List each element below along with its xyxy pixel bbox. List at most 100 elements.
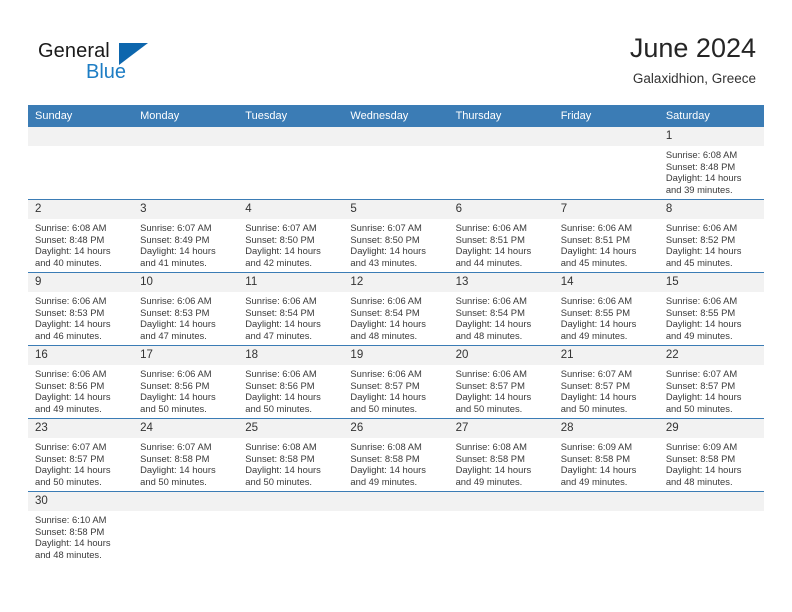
day-cell-content: 30 Sunrise: 6:10 AM Sunset: 8:58 PM Dayligh… [28,492,134,564]
calendar-day-cell[interactable]: 21 Sunrise: 6:07 AM Sunset: 8:57 PM Dayligh… [553,345,659,419]
day-number: 15 [658,273,764,292]
day-number: 13 [448,273,554,292]
calendar-day-cell[interactable] [553,491,659,564]
calendar-day-cell[interactable]: 3 Sunrise: 6:07 AM Sunset: 8:49 PM Daylight… [133,199,239,273]
page-subtitle: Galaxidhion, Greece [632,71,756,86]
sunset-text: Sunset: 8:54 PM [455,306,525,318]
calendar-day-cell[interactable]: 14 Sunrise: 6:06 AM Sunset: 8:55 PM Dayligh… [553,272,659,346]
calendar-day-cell[interactable] [658,491,764,564]
calendar-day-cell[interactable]: 11 Sunrise: 6:06 AM Sunset: 8:54 PM Dayligh… [238,272,344,346]
calendar-day-cell[interactable]: 25 Sunrise: 6:08 AM Sunset: 8:58 PM Dayligh… [238,418,344,492]
calendar-day-cell[interactable]: 5 Sunrise: 6:07 AM Sunset: 8:50 PM Daylight… [343,199,449,273]
daylight-text-line1: Daylight: 14 hours [350,245,426,257]
calendar-day-cell[interactable] [343,491,449,564]
day-number: 27 [448,419,554,438]
day-details: Sunrise: 6:06 AM Sunset: 8:54 PM Daylight:… [449,292,554,341]
daylight-text-line2: and 48 minutes. [350,329,418,341]
sunset-text: Sunset: 8:58 PM [245,452,315,464]
day-number [343,127,449,146]
calendar-week-row: 1 Sunrise: 6:08 AM Sunset: 8:48 PM Daylight… [28,127,764,200]
sunrise-text: Sunrise: 6:06 AM [455,295,527,306]
weekday-header-monday: Monday [133,105,239,127]
calendar-day-cell[interactable] [343,127,449,200]
sunset-text: Sunset: 8:56 PM [140,379,210,391]
day-cell-content: 2 Sunrise: 6:08 AM Sunset: 8:48 PM Daylight… [28,200,134,272]
calendar-day-cell[interactable] [448,127,554,200]
calendar-day-cell[interactable]: 30 Sunrise: 6:10 AM Sunset: 8:58 PM Dayligh… [28,491,134,564]
daylight-text-line1: Daylight: 14 hours [140,464,216,476]
daylight-text-line2: and 50 minutes. [140,402,207,414]
day-number [553,492,659,511]
day-cell-content [658,492,764,564]
daylight-text-line2: and 49 minutes. [560,329,628,341]
day-number [238,492,344,511]
daylight-text-line2: and 45 minutes. [665,256,733,268]
calendar-day-cell[interactable]: 4 Sunrise: 6:07 AM Sunset: 8:50 PM Daylight… [238,199,344,273]
day-cell-content [553,492,659,564]
calendar-day-cell[interactable]: 2 Sunrise: 6:08 AM Sunset: 8:48 PM Daylight… [28,199,134,273]
sunrise-text: Sunrise: 6:07 AM [350,222,422,233]
daylight-text-line2: and 49 minutes. [560,475,628,487]
day-number: 2 [28,200,134,219]
day-cell-content: 29 Sunrise: 6:09 AM Sunset: 8:58 PM Dayligh… [658,419,764,491]
sunrise-text: Sunrise: 6:07 AM [140,441,212,452]
day-number [553,127,659,146]
sunset-text: Sunset: 8:57 PM [455,379,525,391]
day-cell-content [28,127,134,199]
calendar-day-cell[interactable]: 29 Sunrise: 6:09 AM Sunset: 8:58 PM Dayligh… [658,418,764,492]
general-blue-logo[interactable]: General Blue [38,40,148,90]
day-cell-content: 28 Sunrise: 6:09 AM Sunset: 8:58 PM Dayligh… [553,419,659,491]
calendar-day-cell[interactable]: 24 Sunrise: 6:07 AM Sunset: 8:58 PM Dayligh… [133,418,239,492]
calendar-day-cell[interactable] [133,491,239,564]
daylight-text-line2: and 50 minutes. [245,402,312,414]
calendar-day-cell[interactable]: 1 Sunrise: 6:08 AM Sunset: 8:48 PM Daylight… [658,127,764,200]
calendar-day-cell[interactable] [238,491,344,564]
day-details: Sunrise: 6:06 AM Sunset: 8:54 PM Daylight:… [238,292,343,341]
calendar-day-cell[interactable]: 15 Sunrise: 6:06 AM Sunset: 8:55 PM Dayligh… [658,272,764,346]
daylight-text-line2: and 43 minutes. [350,256,418,268]
day-details: Sunrise: 6:06 AM Sunset: 8:53 PM Daylight:… [133,292,238,341]
sunset-text: Sunset: 8:57 PM [665,379,736,391]
calendar-day-cell[interactable]: 27 Sunrise: 6:08 AM Sunset: 8:58 PM Dayligh… [448,418,554,492]
sunset-text: Sunset: 8:54 PM [350,306,420,318]
calendar-day-cell[interactable]: 19 Sunrise: 6:06 AM Sunset: 8:57 PM Dayligh… [343,345,449,419]
day-cell-content: 20 Sunrise: 6:06 AM Sunset: 8:57 PM Dayligh… [448,346,554,418]
calendar-day-cell[interactable]: 26 Sunrise: 6:08 AM Sunset: 8:58 PM Dayligh… [343,418,449,492]
day-cell-content: 9 Sunrise: 6:06 AM Sunset: 8:53 PM Daylight… [28,273,134,345]
calendar-day-cell[interactable] [28,127,134,200]
calendar-day-cell[interactable]: 13 Sunrise: 6:06 AM Sunset: 8:54 PM Dayligh… [448,272,554,346]
sunset-text: Sunset: 8:55 PM [560,306,631,318]
day-number [28,127,134,146]
calendar-week-row: 9 Sunrise: 6:06 AM Sunset: 8:53 PM Daylight… [28,272,764,346]
sunset-text: Sunset: 8:48 PM [665,160,736,172]
calendar-day-cell[interactable]: 12 Sunrise: 6:06 AM Sunset: 8:54 PM Dayligh… [343,272,449,346]
day-details [133,511,238,514]
calendar-day-cell[interactable]: 9 Sunrise: 6:06 AM Sunset: 8:53 PM Daylight… [28,272,134,346]
daylight-text-line2: and 47 minutes. [245,329,312,341]
calendar-day-cell[interactable]: 8 Sunrise: 6:06 AM Sunset: 8:52 PM Daylight… [658,199,764,273]
calendar-day-cell[interactable] [448,491,554,564]
calendar-day-cell[interactable]: 20 Sunrise: 6:06 AM Sunset: 8:57 PM Dayligh… [448,345,554,419]
calendar-day-cell[interactable] [238,127,344,200]
calendar-day-cell[interactable]: 22 Sunrise: 6:07 AM Sunset: 8:57 PM Dayligh… [658,345,764,419]
logo-text-general: General [38,40,110,62]
day-details: Sunrise: 6:10 AM Sunset: 8:58 PM Daylight:… [28,511,133,560]
calendar-day-cell[interactable]: 16 Sunrise: 6:06 AM Sunset: 8:56 PM Dayligh… [28,345,134,419]
calendar-day-cell[interactable] [553,127,659,200]
day-details: Sunrise: 6:08 AM Sunset: 8:48 PM Daylight:… [659,146,764,195]
day-cell-content [448,127,554,199]
calendar-day-cell[interactable]: 23 Sunrise: 6:07 AM Sunset: 8:57 PM Dayligh… [28,418,134,492]
day-number: 26 [343,419,449,438]
calendar-day-cell[interactable] [133,127,239,200]
calendar-day-cell[interactable]: 18 Sunrise: 6:06 AM Sunset: 8:56 PM Dayligh… [238,345,344,419]
calendar-day-cell[interactable]: 28 Sunrise: 6:09 AM Sunset: 8:58 PM Dayligh… [553,418,659,492]
sunrise-text: Sunrise: 6:08 AM [35,222,107,233]
calendar-day-cell[interactable]: 10 Sunrise: 6:06 AM Sunset: 8:53 PM Dayligh… [133,272,239,346]
calendar-day-cell[interactable]: 17 Sunrise: 6:06 AM Sunset: 8:56 PM Dayligh… [133,345,239,419]
day-details: Sunrise: 6:06 AM Sunset: 8:56 PM Daylight:… [133,365,238,414]
day-cell-content: 15 Sunrise: 6:06 AM Sunset: 8:55 PM Dayligh… [658,273,764,345]
sunrise-text: Sunrise: 6:07 AM [35,441,107,452]
day-number: 1 [658,127,764,146]
calendar-day-cell[interactable]: 6 Sunrise: 6:06 AM Sunset: 8:51 PM Daylight… [448,199,554,273]
calendar-day-cell[interactable]: 7 Sunrise: 6:06 AM Sunset: 8:51 PM Daylight… [553,199,659,273]
